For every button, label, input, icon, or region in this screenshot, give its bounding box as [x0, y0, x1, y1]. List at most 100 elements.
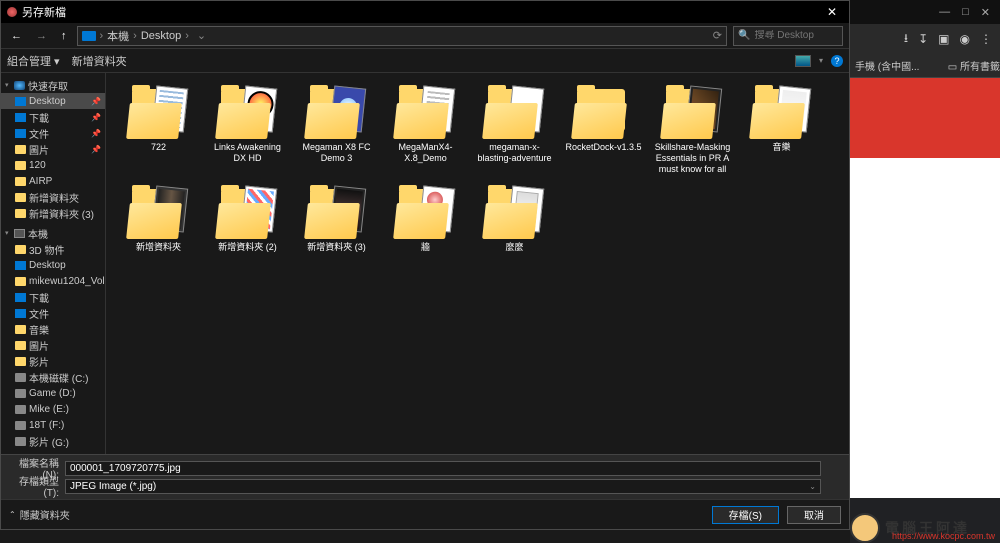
bottom-panel: 檔案名稱(N): 存檔類型(T): JPEG Image (*.jpg) ⌄ [1, 454, 849, 499]
refresh-icon[interactable]: ⟳ [713, 29, 722, 42]
file-pane[interactable]: 722Links Awakening DX HD Megaman X8 FC De… [106, 73, 849, 454]
sidebar-item[interactable]: 圖片 [1, 337, 105, 353]
sidebar-label: 快速存取 [28, 78, 68, 93]
chevron-down-icon: ⌄ [809, 482, 816, 491]
folder-item[interactable]: 音樂 [739, 83, 824, 179]
search-input[interactable] [754, 30, 886, 41]
bookmark-all[interactable]: ▭ 所有書籤 [948, 58, 1000, 73]
sidebar-item-label: 新增資料夾 (3) [29, 206, 94, 221]
folder-item[interactable]: 新增資料夾 (2) [205, 183, 290, 257]
sidebar-item[interactable]: 120 [1, 157, 105, 173]
window-maximize[interactable]: □ [962, 6, 969, 18]
search-box[interactable]: 🔍 [733, 26, 843, 46]
folder-item[interactable]: 麼麼 [472, 183, 557, 257]
breadcrumb-dropdown-icon[interactable]: ⌄ [197, 29, 206, 42]
drive-icon [15, 405, 26, 414]
item-label: 麼麼 [505, 242, 523, 253]
sidebar-item-label: 新增資料夾 [29, 190, 79, 205]
pin-icon: 📌 [91, 113, 101, 122]
sidebar-item[interactable]: 影片 (G:) [1, 433, 105, 449]
sidebar-item[interactable]: 文件 [1, 305, 105, 321]
sidebar-item[interactable]: 18T (F:) [1, 417, 105, 433]
nav-up-icon[interactable]: ↑ [57, 28, 71, 44]
filetype-select[interactable]: JPEG Image (*.jpg) ⌄ [65, 479, 821, 494]
folder-item[interactable]: 722 [116, 83, 201, 179]
window-close[interactable]: ✕ [981, 6, 990, 19]
menu-icon[interactable]: ⋮ [980, 32, 992, 46]
breadcrumb[interactable]: › 本機 › Desktop › ⌄ ⟳ [77, 26, 728, 46]
sidebar-this-pc[interactable]: ▾ 本機 [1, 225, 105, 241]
sidebar-item[interactable]: mikewu1204_Vol.1 [1, 273, 105, 289]
breadcrumb-pc[interactable]: 本機 [107, 28, 129, 44]
item-label: 新增資料夾 (2) [218, 242, 277, 253]
save-as-dialog: 另存新檔 ✕ ← → ↑ › 本機 › Desktop › ⌄ ⟳ 🔍 組合管理… [0, 0, 850, 530]
cancel-button[interactable]: 取消 [787, 506, 841, 524]
ext-icon[interactable]: ⭳ [904, 29, 908, 50]
avatar-icon[interactable]: ◉ [960, 32, 970, 46]
pin-icon: 📌 [91, 97, 101, 106]
window-minimize[interactable]: — [939, 6, 950, 18]
view-mode-icon[interactable] [795, 55, 811, 67]
sidebar-item[interactable]: 本機磁碟 (C:) [1, 369, 105, 385]
new-folder-button[interactable]: 新增資料夾 [72, 53, 127, 69]
sidebar-item[interactable]: 3D 物件 [1, 241, 105, 257]
folder-item[interactable]: RocketDock-v1.3.5 [561, 83, 646, 179]
folder-item[interactable]: 牆 [383, 183, 468, 257]
drive-icon [15, 389, 26, 398]
save-button[interactable]: 存檔(S) [712, 506, 779, 524]
watermark: 電腦王阿達 https://www.kocpc.com.tw [850, 513, 1000, 543]
folder-item[interactable]: Skillshare-Masking Essentials in PR A mu… [650, 83, 735, 179]
ext-icon[interactable]: ↧ [918, 32, 928, 46]
view-dropdown-icon[interactable]: ▾ [819, 56, 823, 65]
folder-item[interactable]: Links Awakening DX HD [205, 83, 290, 179]
folder-icon [15, 177, 26, 186]
folder-item[interactable]: 新增資料夾 (3) [294, 183, 379, 257]
caret-down-icon: ▾ [5, 229, 11, 237]
sidebar-item[interactable]: Mike (E:) [1, 401, 105, 417]
item-label: Skillshare-Masking Essentials in PR A mu… [652, 142, 733, 175]
folder-icon [15, 193, 26, 202]
item-label: Megaman X8 FC Demo 3 [296, 142, 377, 164]
sidebar-item[interactable]: Desktop [1, 257, 105, 273]
filename-input[interactable] [65, 461, 821, 476]
sidebar-item[interactable]: 新增資料夾 [1, 189, 105, 205]
sidebar-item[interactable]: 下載 📌 [1, 109, 105, 125]
sidebar-item[interactable]: 影片 [1, 353, 105, 369]
tab-fragment: 手機 (含中國... [855, 58, 919, 73]
sidebar-item[interactable]: 文件📌 [1, 125, 105, 141]
sidebar-item[interactable]: 圖片📌 [1, 141, 105, 157]
sidebar-item-label: Mike (E:) [29, 404, 69, 415]
folder-item[interactable]: MegaManX4-X.8_Demo [383, 83, 468, 179]
expand-icon: ⌃ [9, 510, 16, 519]
sidebar-item[interactable]: Game (D:) [1, 385, 105, 401]
hide-folders-toggle[interactable]: ⌃ 隱藏資料夾 [9, 507, 70, 522]
nav-back-icon[interactable]: ← [7, 28, 26, 44]
organize-button[interactable]: 組合管理 ▾ [7, 53, 60, 69]
sidebar-item-label: AIRP [29, 176, 52, 187]
folder-icon [15, 113, 26, 122]
drive-icon [15, 421, 26, 430]
help-icon[interactable]: ? [831, 55, 843, 67]
item-label: 新增資料夾 [136, 242, 181, 253]
folder-item[interactable]: 新增資料夾 [116, 183, 201, 257]
item-label: 牆 [421, 242, 430, 253]
site-body [850, 158, 1000, 498]
sidebar-item[interactable]: 新增資料夾 (3) [1, 205, 105, 221]
sidebar-item[interactable]: AIRP [1, 173, 105, 189]
chevron-right-icon: › [133, 30, 137, 42]
bookmark-bar: 手機 (含中國... ▭ 所有書籤 [850, 54, 1000, 78]
folder-item[interactable]: Megaman X8 FC Demo 3 [294, 83, 379, 179]
sidebar-item[interactable]: Desktop📌 [1, 93, 105, 109]
sidebar-item[interactable]: 音樂 [1, 321, 105, 337]
breadcrumb-loc[interactable]: Desktop [141, 30, 181, 42]
folder-item[interactable]: megaman-x-blasting-adventure [472, 83, 557, 179]
sidebar-item-label: 下載 [29, 110, 49, 125]
drive-icon [15, 277, 26, 286]
sidebar-quick-access[interactable]: ▾ 快速存取 [1, 77, 105, 93]
close-icon[interactable]: ✕ [821, 5, 843, 19]
item-label: megaman-x-blasting-adventure [474, 142, 555, 164]
ext-icon[interactable]: ▣ [938, 32, 949, 46]
titlebar: 另存新檔 ✕ [1, 1, 849, 23]
drive-icon [15, 437, 26, 446]
sidebar-item[interactable]: 下載 [1, 289, 105, 305]
